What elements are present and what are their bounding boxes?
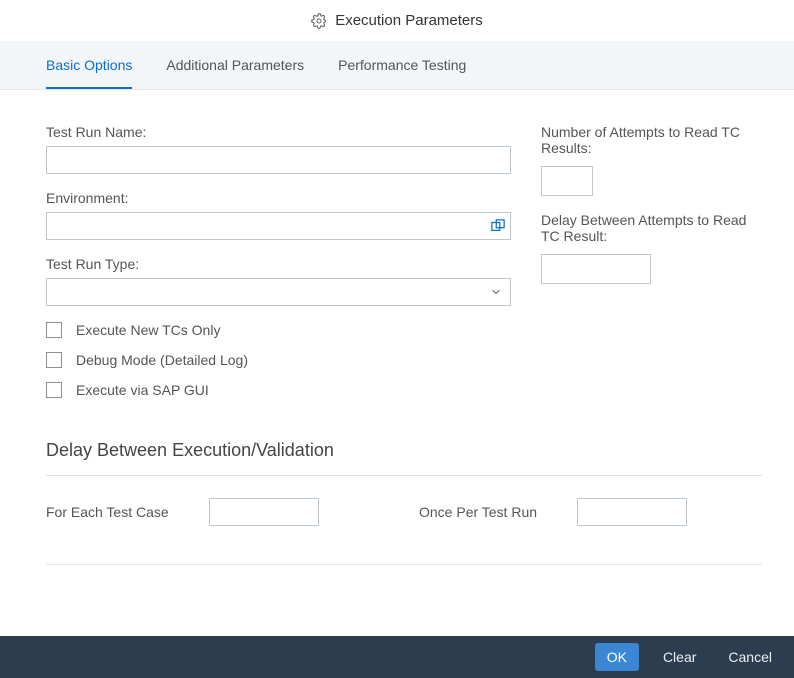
delay-read-input[interactable] (541, 254, 651, 284)
label-test-run-type: Test Run Type: (46, 256, 511, 272)
group-test-run-name: Test Run Name: (46, 124, 511, 174)
ok-button[interactable]: OK (595, 643, 639, 671)
label-delay-read: Delay Between Attempts to Read TC Result… (541, 212, 748, 244)
section-delay: Delay Between Execution/Validation For E… (0, 412, 794, 565)
group-attempts-read: Number of Attempts to Read TC Results: (541, 124, 748, 196)
clear-button[interactable]: Clear (655, 643, 704, 671)
group-delay-read: Delay Between Attempts to Read TC Result… (541, 212, 748, 284)
checkbox-label: Debug Mode (Detailed Log) (76, 352, 248, 368)
divider-bottom (46, 564, 762, 565)
tab-bar: Basic Options Additional Parameters Perf… (0, 41, 794, 90)
delay-row: For Each Test Case Once Per Test Run (46, 498, 762, 526)
label-once: Once Per Test Run (419, 504, 537, 520)
checkbox-row-sapgui: Execute via SAP GUI (46, 382, 511, 398)
test-run-type-select[interactable] (46, 278, 511, 306)
tab-performance-testing[interactable]: Performance Testing (338, 41, 466, 89)
left-column: Test Run Name: Environment: Test Run Typ… (46, 124, 511, 412)
label-attempts-read: Number of Attempts to Read TC Results: (541, 124, 748, 156)
checkbox-execute-new-tcs[interactable] (46, 322, 62, 338)
value-help-icon[interactable] (491, 219, 505, 233)
test-run-name-input[interactable] (46, 146, 511, 174)
cancel-button[interactable]: Cancel (720, 643, 780, 671)
label-for-each: For Each Test Case (46, 504, 169, 520)
divider (46, 475, 762, 476)
footer: OK Clear Cancel (0, 636, 794, 678)
checkbox-row-debug: Debug Mode (Detailed Log) (46, 352, 511, 368)
gear-icon (311, 13, 327, 29)
checkbox-label: Execute via SAP GUI (76, 382, 209, 398)
dialog-header: Execution Parameters (0, 0, 794, 41)
checkbox-label: Execute New TCs Only (76, 322, 220, 338)
right-column: Number of Attempts to Read TC Results: D… (541, 124, 748, 412)
label-test-run-name: Test Run Name: (46, 124, 511, 140)
dialog-title: Execution Parameters (335, 12, 483, 29)
for-each-input[interactable] (209, 498, 319, 526)
environment-input[interactable] (46, 212, 511, 240)
label-environment: Environment: (46, 190, 511, 206)
once-input[interactable] (577, 498, 687, 526)
checkbox-row-new-tcs: Execute New TCs Only (46, 322, 511, 338)
checkbox-debug-mode[interactable] (46, 352, 62, 368)
form-content: Test Run Name: Environment: Test Run Typ… (0, 90, 794, 412)
delay-cell-each: For Each Test Case (46, 498, 389, 526)
chevron-down-icon (490, 286, 502, 298)
section-heading: Delay Between Execution/Validation (46, 440, 762, 461)
delay-cell-once: Once Per Test Run (419, 498, 762, 526)
checkbox-sap-gui[interactable] (46, 382, 62, 398)
tab-additional-parameters[interactable]: Additional Parameters (166, 41, 304, 89)
tab-basic-options[interactable]: Basic Options (46, 41, 132, 89)
group-test-run-type: Test Run Type: (46, 256, 511, 306)
group-environment: Environment: (46, 190, 511, 240)
attempts-read-input[interactable] (541, 166, 593, 196)
